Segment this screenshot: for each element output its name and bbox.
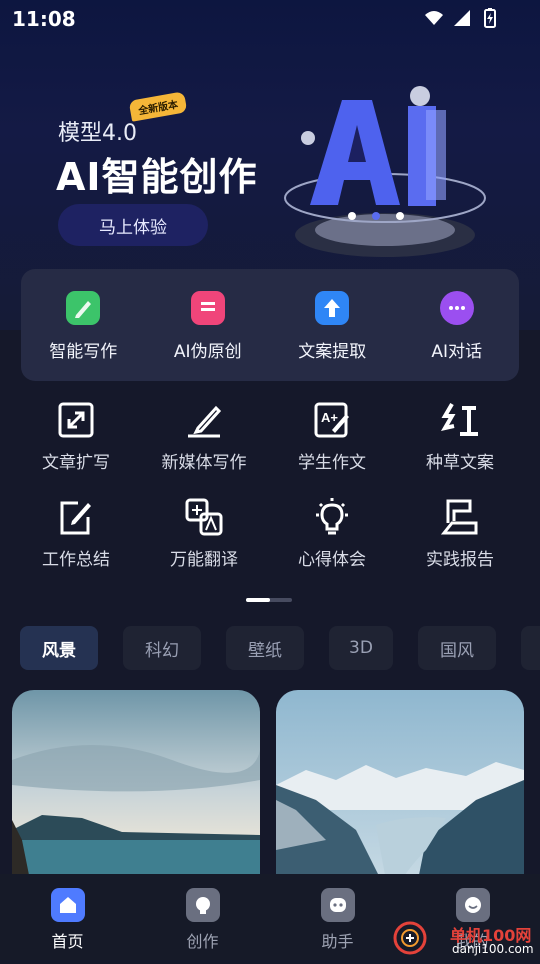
tool-label: 心得体会 [298, 550, 366, 570]
promo-banner[interactable]: 模型4.0 全新版本 AI智能创作 马上体验 [0, 60, 540, 270]
quick-action-smart-writing[interactable]: 智能写作 [21, 269, 146, 381]
page-indicator-active [246, 598, 270, 602]
pages-icon [190, 291, 225, 325]
tool-practice-report[interactable]: 实践报告 [396, 497, 524, 594]
category-tabs: 风景 科幻 壁纸 3D 国风 [20, 626, 540, 672]
quick-action-label: 智能写作 [49, 342, 118, 362]
signal-icon [454, 10, 470, 26]
battery-icon [484, 8, 496, 28]
pen-note-icon [66, 291, 101, 325]
a-plus-edit-icon: A+ [314, 402, 349, 438]
landscape-image-card[interactable] [12, 690, 260, 890]
tool-seeding-copy[interactable]: 种草文案 [396, 400, 524, 497]
page-indicator [246, 598, 292, 602]
watermark-url: danji100.com [452, 942, 534, 956]
category-tab-more[interactable] [521, 626, 540, 670]
fjord-image [276, 690, 524, 890]
tool-work-summary[interactable]: 工作总结 [12, 497, 140, 594]
category-tab-3d[interactable]: 3D [329, 626, 393, 670]
status-bar: 11:08 [0, 0, 540, 36]
nav-label: 首页 [51, 932, 84, 951]
pen-writing-icon [188, 405, 222, 438]
quick-action-label: AI伪原创 [173, 342, 242, 362]
try-now-button[interactable]: 马上体验 [58, 204, 208, 246]
home-icon [50, 888, 85, 922]
quick-action-copy-extract[interactable]: 文案提取 [270, 269, 395, 381]
nav-assistant[interactable]: 助手 [270, 874, 405, 960]
flag-icon [440, 499, 478, 535]
quick-action-ai-rewrite[interactable]: AI伪原创 [146, 269, 271, 381]
svg-text:A+: A+ [321, 410, 338, 425]
category-tab-landscape[interactable]: 风景 [20, 626, 98, 670]
seascape-image [12, 690, 260, 890]
chat-bubble-icon [439, 291, 474, 325]
tool-universal-translate[interactable]: 万能翻译 [140, 497, 268, 594]
watermark-logo-icon [393, 921, 427, 955]
bulb-icon [185, 888, 220, 922]
expand-icon [58, 402, 94, 438]
wifi-icon [425, 11, 443, 25]
banner-title: AI智能创作 [56, 155, 258, 199]
tool-student-essay[interactable]: A+ 学生作文 [268, 400, 396, 497]
quick-action-ai-chat[interactable]: AI对话 [395, 269, 520, 381]
new-version-badge: 全新版本 [128, 91, 188, 122]
tool-label: 工作总结 [42, 550, 110, 570]
upload-arrow-icon [315, 291, 350, 325]
tool-label: 新媒体写作 [161, 453, 247, 473]
nav-label: 创作 [186, 932, 219, 951]
nav-create[interactable]: 创作 [135, 874, 270, 960]
tool-label: 学生作文 [298, 453, 366, 473]
tool-reflections[interactable]: 心得体会 [268, 497, 396, 594]
status-time: 11:08 [12, 7, 76, 31]
tool-label: 万能翻译 [170, 550, 238, 570]
quick-action-label: 文案提取 [298, 342, 367, 362]
landscape-image-card[interactable] [276, 690, 524, 890]
tool-label: 实践报告 [426, 550, 494, 570]
report-edit-icon [60, 501, 91, 535]
category-tab-scifi[interactable]: 科幻 [123, 626, 201, 670]
hong-character-icon [440, 402, 478, 436]
category-tab-guofeng[interactable]: 国风 [418, 626, 496, 670]
tools-grid: 文章扩写 新媒体写作 A+ 学生作文 种草文案 工作总结 万能翻译 心得体会 实… [12, 400, 524, 594]
nav-home[interactable]: 首页 [0, 874, 135, 960]
quick-action-label: AI对话 [431, 342, 483, 362]
site-watermark: 单机100网 danji100.com [392, 914, 540, 960]
nav-label: 助手 [321, 932, 354, 951]
category-tab-wallpaper[interactable]: 壁纸 [226, 626, 304, 670]
robot-icon [320, 888, 355, 922]
tool-article-expand[interactable]: 文章扩写 [12, 400, 140, 497]
tool-new-media-writing[interactable]: 新媒体写作 [140, 400, 268, 497]
tool-label: 种草文案 [426, 453, 494, 473]
model-version-label: 模型4.0 [58, 121, 137, 146]
ai-3d-logo-icon [284, 86, 486, 257]
translate-icon [185, 498, 223, 536]
tool-label: 文章扩写 [42, 453, 110, 473]
quick-actions-card: 智能写作 AI伪原创 文案提取 AI对话 [21, 269, 519, 381]
lightbulb-icon [316, 498, 348, 535]
